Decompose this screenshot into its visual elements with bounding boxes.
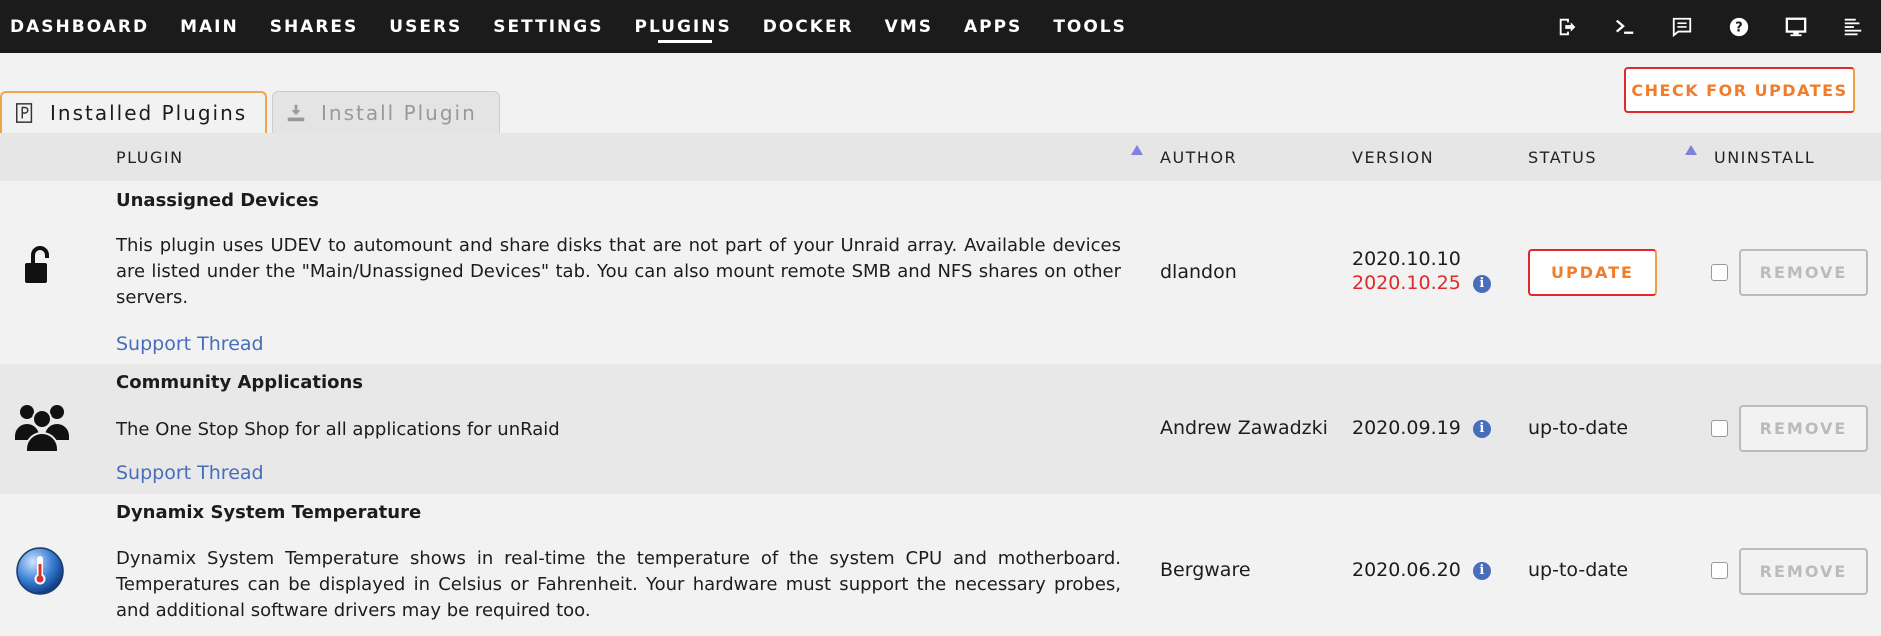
support-thread-link[interactable]: Support Thread bbox=[116, 462, 264, 484]
tab-install-plugin[interactable]: Install Plugin bbox=[272, 91, 500, 133]
nav-main[interactable]: MAIN bbox=[180, 0, 239, 53]
nav-menu: DASHBOARD MAIN SHARES USERS SETTINGS PLU… bbox=[0, 0, 1158, 53]
nav-apps[interactable]: APPS bbox=[964, 0, 1022, 53]
plugin-file-icon bbox=[16, 103, 33, 123]
plugin-description: Dynamix System Temperature shows in real… bbox=[116, 548, 1121, 621]
header-plugin[interactable]: PLUGIN bbox=[116, 133, 184, 181]
support-thread-link[interactable]: Support Thread bbox=[116, 333, 264, 355]
table-header: PLUGIN AUTHOR VERSION STATUS UNINSTALL bbox=[0, 133, 1881, 181]
header-version[interactable]: VERSION bbox=[1352, 133, 1434, 181]
installed-version: 2020.06.20 bbox=[1352, 559, 1461, 581]
tab-installed-label: Installed Plugins bbox=[50, 101, 248, 125]
tab-install-label: Install Plugin bbox=[321, 100, 477, 125]
plugin-author: Andrew Zawadzki bbox=[1160, 417, 1328, 439]
nav-tools[interactable]: TOOLS bbox=[1053, 0, 1127, 53]
unlock-icon bbox=[14, 243, 64, 297]
installed-version: 2020.09.19 bbox=[1352, 417, 1461, 439]
remove-button[interactable]: REMOVE bbox=[1739, 405, 1868, 452]
nav-icon-group: ? bbox=[1539, 0, 1881, 53]
svg-text:?: ? bbox=[1735, 20, 1742, 35]
tabs-bar: Installed Plugins Install Plugin CHECK F… bbox=[0, 53, 1881, 133]
sort-up-icon[interactable] bbox=[1685, 145, 1697, 155]
plugin-version: 2020.06.20 i bbox=[1352, 559, 1491, 581]
uninstall-checkbox[interactable] bbox=[1711, 562, 1728, 579]
installed-version: 2020.10.10 bbox=[1352, 248, 1461, 270]
plugin-version: 2020.09.19 i bbox=[1352, 417, 1491, 439]
nav-plugins[interactable]: PLUGINS bbox=[634, 0, 731, 53]
table-row: Dynamix System Temperature Dynamix Syste… bbox=[0, 494, 1881, 636]
header-author[interactable]: AUTHOR bbox=[1160, 133, 1237, 181]
plugin-version: 2020.10.10 2020.10.25 i bbox=[1352, 248, 1491, 294]
top-navigation: DASHBOARD MAIN SHARES USERS SETTINGS PLU… bbox=[0, 0, 1881, 53]
plugin-description: This plugin uses UDEV to automount and s… bbox=[116, 235, 1121, 308]
uninstall-checkbox[interactable] bbox=[1711, 420, 1728, 437]
nav-docker[interactable]: DOCKER bbox=[763, 0, 854, 53]
plugin-name: Dynamix System Temperature bbox=[116, 502, 422, 523]
info-icon[interactable]: i bbox=[1472, 561, 1491, 580]
nav-users[interactable]: USERS bbox=[389, 0, 462, 53]
info-icon[interactable]: i bbox=[1472, 274, 1491, 293]
update-button[interactable]: UPDATE bbox=[1528, 249, 1657, 296]
feedback-icon[interactable] bbox=[1653, 0, 1710, 53]
table-row: Unassigned Devices This plugin uses UDEV… bbox=[0, 181, 1881, 364]
nav-vms[interactable]: VMS bbox=[885, 0, 933, 53]
thermometer-icon bbox=[15, 546, 65, 600]
check-for-updates-button[interactable]: CHECK FOR UPDATES bbox=[1624, 67, 1855, 113]
logout-icon[interactable] bbox=[1539, 0, 1596, 53]
plugin-description: The One Stop Shop for all applications f… bbox=[116, 419, 560, 440]
nav-settings[interactable]: SETTINGS bbox=[493, 0, 603, 53]
header-uninstall[interactable]: UNINSTALL bbox=[1714, 133, 1815, 181]
plugin-name: Unassigned Devices bbox=[116, 190, 319, 211]
remove-button[interactable]: REMOVE bbox=[1739, 249, 1868, 296]
table-row: Community Applications The One Stop Shop… bbox=[0, 364, 1881, 494]
download-icon bbox=[287, 104, 305, 121]
nav-shares[interactable]: SHARES bbox=[270, 0, 359, 53]
plugin-name: Community Applications bbox=[116, 372, 364, 393]
header-status[interactable]: STATUS bbox=[1528, 133, 1597, 181]
nav-dashboard[interactable]: DASHBOARD bbox=[10, 0, 149, 53]
plugin-status: up-to-date bbox=[1528, 559, 1629, 581]
plugin-author: dlandon bbox=[1160, 261, 1237, 283]
plugin-status: up-to-date bbox=[1528, 417, 1629, 439]
help-icon[interactable]: ? bbox=[1710, 0, 1767, 53]
remove-button[interactable]: REMOVE bbox=[1739, 548, 1868, 595]
log-icon[interactable] bbox=[1824, 0, 1881, 53]
info-icon[interactable]: i bbox=[1472, 419, 1491, 438]
sort-up-icon[interactable] bbox=[1131, 145, 1143, 155]
plugin-author: Bergware bbox=[1160, 559, 1251, 581]
terminal-icon[interactable] bbox=[1596, 0, 1653, 53]
new-version: 2020.10.25 bbox=[1352, 272, 1461, 294]
tab-installed-plugins[interactable]: Installed Plugins bbox=[0, 91, 267, 133]
monitor-icon[interactable] bbox=[1767, 0, 1824, 53]
uninstall-checkbox[interactable] bbox=[1711, 264, 1728, 281]
users-icon bbox=[14, 402, 70, 456]
